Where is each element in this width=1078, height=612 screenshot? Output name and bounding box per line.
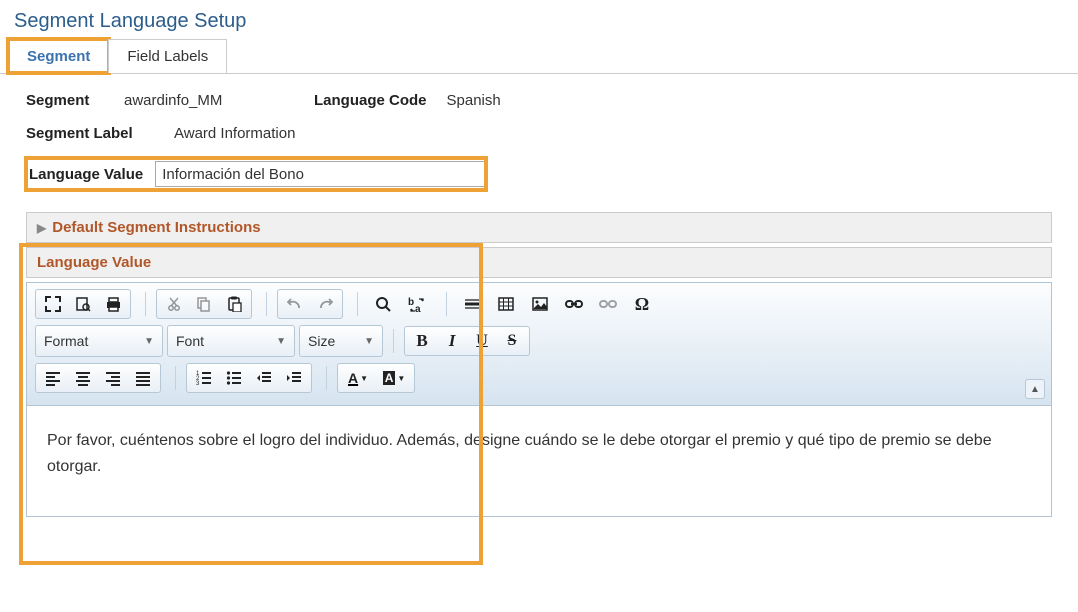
svg-text:b: b <box>408 297 414 308</box>
align-group <box>35 363 161 393</box>
font-dropdown[interactable]: Font ▼ <box>167 325 295 357</box>
toolbar-group-2 <box>156 289 252 319</box>
language-value-input[interactable] <box>155 161 486 187</box>
toolbar-group-3 <box>277 289 343 319</box>
font-label: Font <box>176 333 204 349</box>
underline-icon[interactable]: U <box>467 327 497 355</box>
color-group: A▼ A▼ <box>337 363 415 393</box>
italic-icon[interactable]: I <box>437 327 467 355</box>
search-icon[interactable] <box>368 290 398 318</box>
bold-icon[interactable]: B <box>407 327 437 355</box>
print-icon[interactable] <box>98 290 128 318</box>
table-icon[interactable] <box>491 290 521 318</box>
list-indent-group: 123 <box>186 363 312 393</box>
separator <box>357 292 358 316</box>
align-justify-icon[interactable] <box>128 364 158 392</box>
tab-bar: Segment Field Labels <box>0 39 1078 74</box>
link-icon[interactable] <box>559 290 589 318</box>
format-label: Format <box>44 333 88 349</box>
preview-icon[interactable] <box>68 290 98 318</box>
separator <box>266 292 267 316</box>
language-code-value: Spanish <box>447 92 501 109</box>
expand-triangle-icon: ▶ <box>37 221 46 235</box>
segment-label-value: Award Information <box>174 125 295 142</box>
caret-down-icon: ▼ <box>276 336 286 347</box>
editor-toolbar: ba <box>27 283 1051 406</box>
default-instructions-title: Default Segment Instructions <box>52 219 260 236</box>
text-style-group: B I U S <box>404 326 530 356</box>
tab-field-labels[interactable]: Field Labels <box>108 39 227 73</box>
separator <box>175 366 176 390</box>
maximize-icon[interactable] <box>38 290 68 318</box>
align-center-icon[interactable] <box>68 364 98 392</box>
collapse-toolbar-icon[interactable]: ▲ <box>1025 379 1045 399</box>
separator <box>145 292 146 316</box>
editor-content[interactable]: Por favor, cuéntenos sobre el logro del … <box>27 406 1051 516</box>
replace-icon[interactable]: ba <box>402 290 436 318</box>
segment-label-label: Segment Label <box>26 125 154 142</box>
highlight-color-icon[interactable]: A▼ <box>376 364 412 392</box>
default-instructions-header[interactable]: ▶ Default Segment Instructions <box>26 212 1052 243</box>
language-value-row: Language Value <box>26 158 486 190</box>
toolbar-group-1 <box>35 289 131 319</box>
bullet-list-icon[interactable] <box>219 364 249 392</box>
caret-down-icon: ▼ <box>364 336 374 347</box>
unlink-icon[interactable] <box>593 290 623 318</box>
language-value-label: Language Value <box>29 166 143 183</box>
language-value-title: Language Value <box>37 254 151 271</box>
indent-icon[interactable] <box>279 364 309 392</box>
copy-icon[interactable] <box>189 290 219 318</box>
paste-icon[interactable] <box>219 290 249 318</box>
language-value-header[interactable]: Language Value <box>26 247 1052 278</box>
separator <box>393 329 394 353</box>
separator <box>326 366 327 390</box>
numbered-list-icon[interactable]: 123 <box>189 364 219 392</box>
rich-text-editor: ba <box>26 282 1052 517</box>
align-right-icon[interactable] <box>98 364 128 392</box>
segment-label: Segment <box>26 92 104 109</box>
format-dropdown[interactable]: Format ▼ <box>35 325 163 357</box>
redo-icon[interactable] <box>310 290 340 318</box>
horizontal-line-icon[interactable] <box>457 290 487 318</box>
cut-icon[interactable] <box>159 290 189 318</box>
size-dropdown[interactable]: Size ▼ <box>299 325 383 357</box>
size-label: Size <box>308 333 335 349</box>
language-value-section: Language Value <box>26 247 1052 517</box>
align-left-icon[interactable] <box>38 364 68 392</box>
svg-text:a: a <box>415 304 421 313</box>
special-char-icon[interactable]: Ω <box>627 290 657 318</box>
outdent-icon[interactable] <box>249 364 279 392</box>
svg-text:3: 3 <box>196 381 200 386</box>
segment-value: awardinfo_MM <box>124 92 294 109</box>
strikethrough-icon[interactable]: S <box>497 327 527 355</box>
text-color-icon[interactable]: A▼ <box>340 364 376 392</box>
separator <box>446 292 447 316</box>
image-icon[interactable] <box>525 290 555 318</box>
undo-icon[interactable] <box>280 290 310 318</box>
tab-segment[interactable]: Segment <box>8 39 109 73</box>
language-code-label: Language Code <box>314 92 427 109</box>
caret-down-icon: ▼ <box>144 336 154 347</box>
page-title: Segment Language Setup <box>0 0 1078 39</box>
